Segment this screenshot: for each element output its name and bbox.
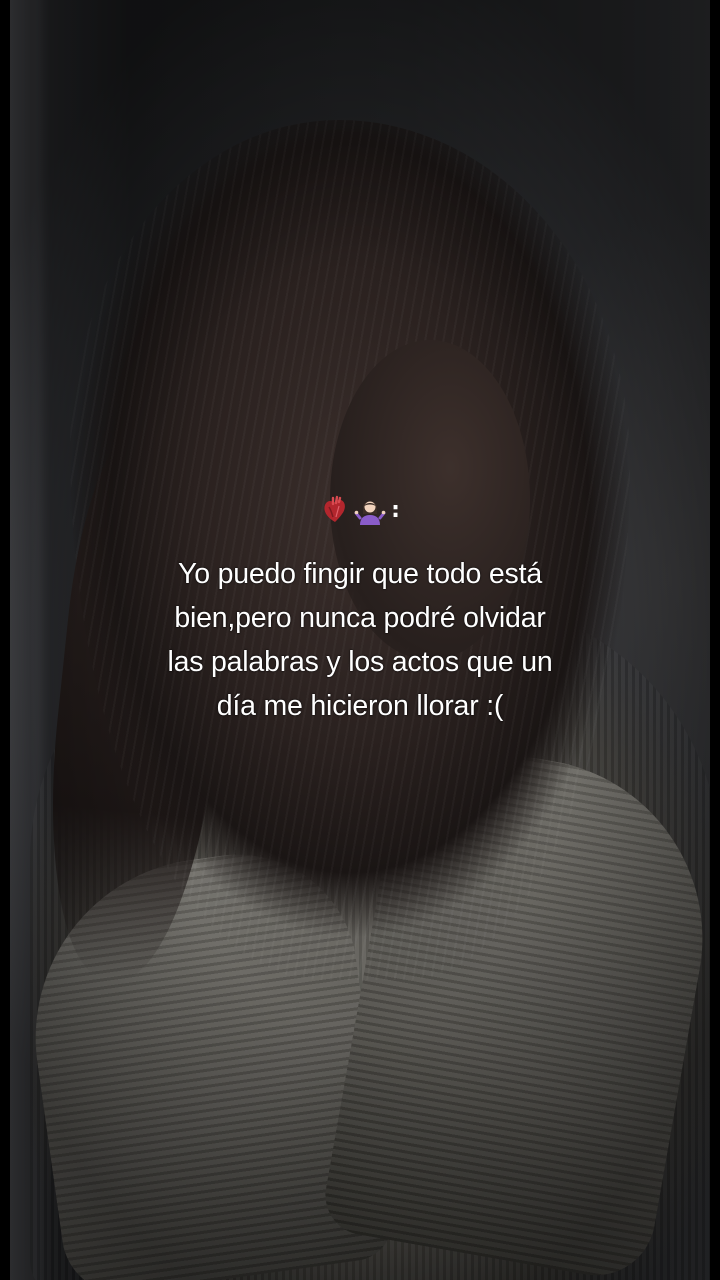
- emoji-suffix: :: [391, 497, 400, 523]
- video-frame: : Yo puedo fingir que todo está bien,per…: [0, 0, 720, 1280]
- caption-line: Yo puedo fingir que todo está: [178, 558, 542, 590]
- caption-line: las palabras y los actos que un: [167, 646, 553, 678]
- letterbox-left: [0, 0, 10, 1280]
- caption-line: día me hicieron llorar :(: [216, 690, 504, 722]
- anatomical-heart-icon: [324, 495, 345, 522]
- caption-line: bien,pero nunca podré olvidar: [174, 602, 546, 634]
- text-overlay: : Yo puedo fingir que todo está bien,per…: [10, 490, 710, 728]
- caption-text: Yo puedo fingir que todo está bien,pero …: [40, 552, 680, 728]
- woman-shrugging-icon: [354, 501, 386, 525]
- letterbox-right: [710, 0, 720, 1280]
- emoji-line: :: [320, 490, 400, 530]
